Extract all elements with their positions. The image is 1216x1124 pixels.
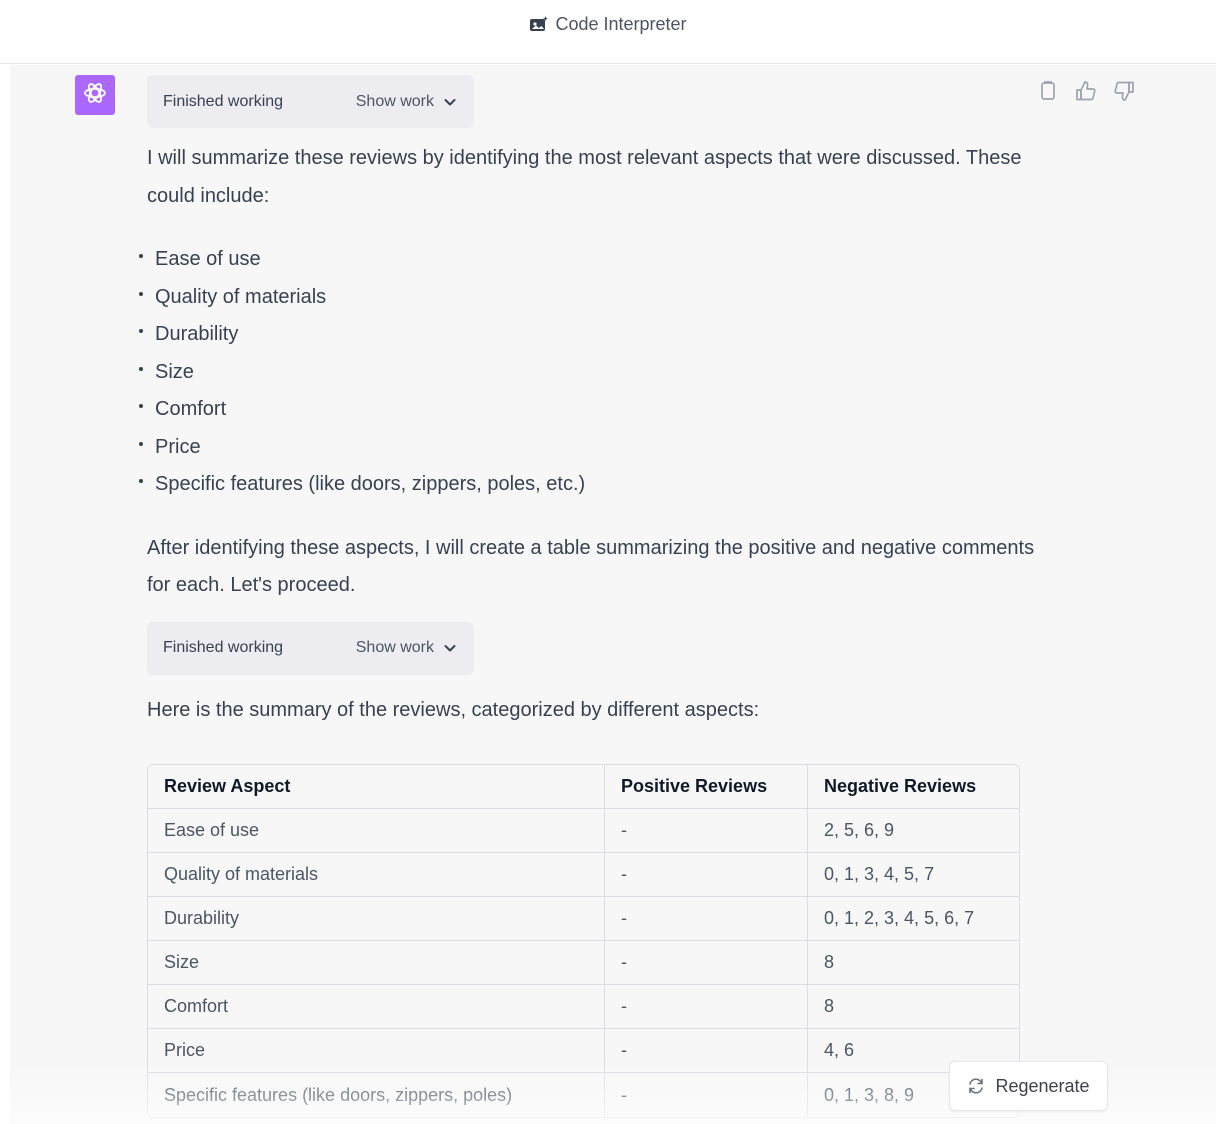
table-cell: 0, 1, 3, 4, 5, 7 [807,853,1019,897]
show-work-label: Show work [355,92,434,110]
table-row: Size - 8 [148,941,1019,985]
table-cell: - [604,1073,807,1117]
table-row: Price - 4, 6 [148,1029,1019,1073]
table-cell: Specific features (like doors, zippers, … [164,1084,513,1105]
avatar [75,75,115,115]
table-cell: - [604,809,807,853]
code-interpreter-icon [529,15,549,35]
header-title: Code Interpreter [555,14,687,34]
message-content: Finished working Show work I will summar… [139,75,1047,1118]
list-item: Comfort [139,391,1047,429]
list-item: Durability [139,316,1047,354]
chevron-down-icon [442,640,458,656]
column-header: Review Aspect [148,765,604,809]
table-row: Quality of materials - 0, 1, 3, 4, 5, 7 [148,853,1019,897]
table-header-row: Review Aspect Positive Reviews Negative … [148,765,1019,809]
table-row: Specific features (like doors, zippers, … [148,1073,1019,1117]
list-item: Size [139,354,1047,392]
table-row: Comfort - 8 [148,985,1019,1029]
assistant-message: Finished working Show work I will summar… [10,65,1216,1124]
column-header: Negative Reviews [807,765,1019,809]
aspect-list: Ease of use Quality of materials Durabil… [139,241,1047,504]
table-cell: - [604,897,807,941]
table-row: Ease of use - 2, 5, 6, 9 [148,809,1019,853]
table-cell: - [604,853,807,897]
show-work-button[interactable]: Show work [356,639,458,657]
list-item: Price [139,429,1047,467]
summary-intro-text: Here is the summary of the reviews, cate… [147,698,760,721]
regenerate-button[interactable]: Regenerate [949,1061,1108,1111]
table-cell: Ease of use [148,809,604,853]
work-status-label: Finished working [163,92,284,110]
followup-text: After identifying these aspects, I will … [147,536,1035,597]
table-cell: 8 [807,985,1019,1029]
column-header: Positive Reviews [604,765,807,809]
thumbs-down-icon[interactable] [1112,79,1136,103]
table-cell: 2, 5, 6, 9 [807,809,1019,853]
chevron-down-icon [442,94,458,110]
show-work-label: Show work [355,639,434,656]
work-status-block: Finished working Show work [147,621,474,675]
table-cell: - [604,985,807,1029]
message-actions [1036,79,1136,103]
list-item: Ease of use [139,241,1047,279]
table-cell: Comfort [148,985,604,1029]
list-item: Specific features (like doors, zippers, … [139,466,1047,504]
table-cell: 0, 1, 2, 3, 4, 5, 6, 7 [807,897,1019,941]
thumbs-up-icon[interactable] [1074,79,1098,103]
table-cell: Size [148,941,604,985]
work-status-block: Finished working Show work [147,75,474,128]
summary-table: Review Aspect Positive Reviews Negative … [147,764,1020,1118]
regenerate-label: Regenerate [995,1075,1090,1096]
table-cell: - [604,941,807,985]
list-item: Quality of materials [139,279,1047,317]
table-cell: Quality of materials [148,853,604,897]
intro-text: I will summarize these reviews by identi… [147,147,1022,207]
openai-logo-icon [81,79,109,112]
refresh-icon [967,1077,985,1095]
show-work-button[interactable]: Show work [356,93,458,111]
table-cell: - [604,1029,807,1073]
table-cell: Durability [148,897,604,941]
model-title: Code Interpreter [529,14,687,35]
table-cell: 8 [807,941,1019,985]
work-status-label: Finished working [163,639,284,656]
top-bar: Code Interpreter [0,0,1216,64]
table-cell: Price [148,1029,604,1073]
table-row: Durability - 0, 1, 2, 3, 4, 5, 6, 7 [148,897,1019,941]
